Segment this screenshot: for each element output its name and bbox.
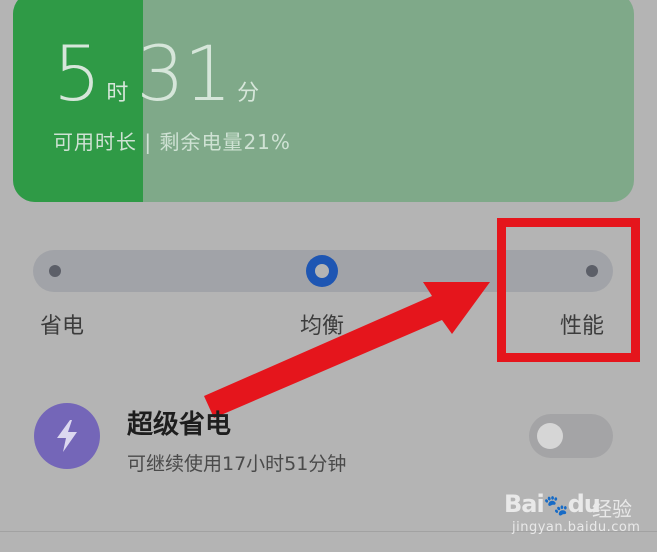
watermark-logo: Bai🐾du bbox=[504, 490, 601, 518]
watermark-product: 经验 bbox=[592, 497, 632, 521]
toggle-knob bbox=[537, 423, 563, 449]
watermark-url: jingyan.baidu.com bbox=[512, 520, 641, 535]
lightning-bolt-icon bbox=[34, 403, 100, 469]
annotation-highlight-box bbox=[497, 218, 640, 362]
super-saving-toggle[interactable] bbox=[529, 414, 613, 458]
baidu-jingyan-watermark: Bai🐾du 经验 jingyan.baidu.com bbox=[500, 490, 650, 540]
super-saving-title: 超级省电 bbox=[127, 410, 232, 440]
super-saving-description: 可继续使用17小时51分钟 bbox=[127, 453, 347, 475]
arrow-shape bbox=[204, 282, 490, 418]
